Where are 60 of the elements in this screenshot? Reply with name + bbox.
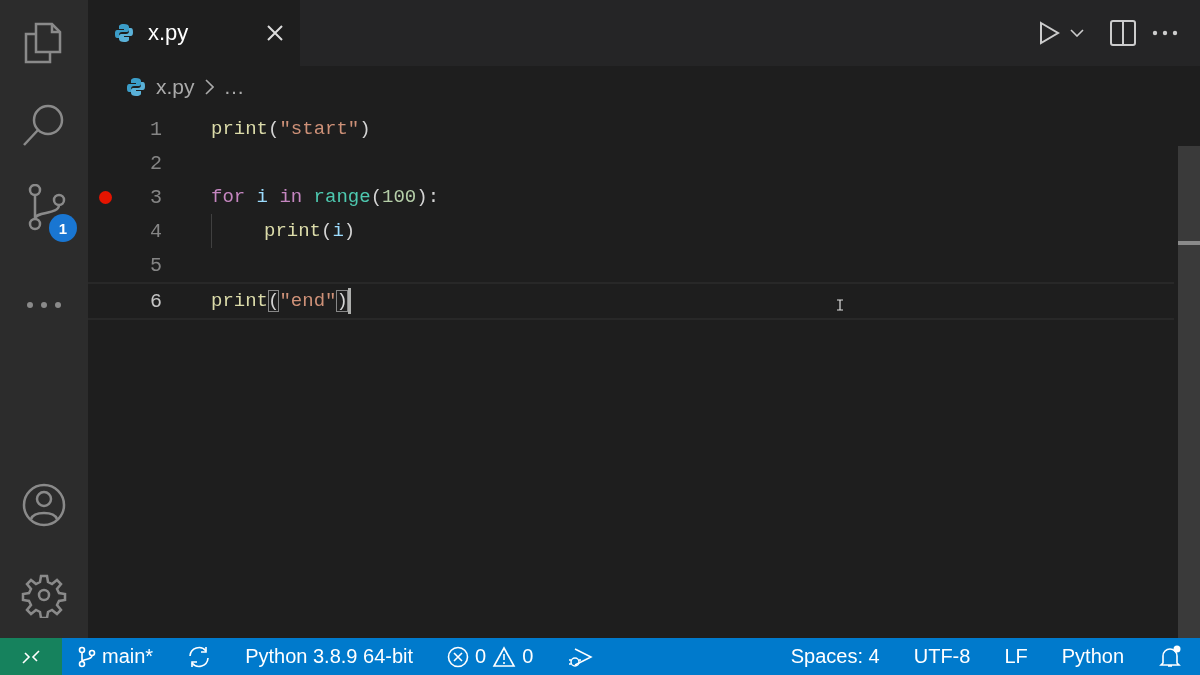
branch-icon [78, 645, 96, 668]
punctuation: ) [359, 118, 371, 140]
python-icon [126, 77, 146, 97]
breadcrumb-file[interactable]: x.py [156, 75, 195, 99]
breadcrumb-symbol[interactable]: … [223, 75, 245, 99]
encoding-button[interactable]: UTF-8 [913, 645, 971, 668]
indentation-button[interactable]: Spaces: 4 [790, 645, 880, 668]
language-button[interactable]: Python [1061, 645, 1124, 668]
interpreter-button[interactable]: Python 3.8.9 64-bit [245, 645, 414, 668]
changes-badge: 1 [49, 214, 77, 242]
scrollbar-track[interactable] [1178, 146, 1200, 638]
matched-bracket: ) [336, 290, 348, 312]
text-caret [347, 288, 351, 314]
line-number: 3 [149, 185, 162, 209]
split-editor-icon[interactable] [1110, 20, 1136, 46]
matched-bracket: ( [268, 290, 280, 312]
text-cursor-icon [836, 299, 844, 311]
line-number: 4 [149, 219, 162, 243]
remote-button[interactable] [0, 638, 62, 675]
keyword: in [279, 186, 303, 208]
function-name: print [211, 118, 268, 140]
chevron-right-icon [204, 79, 214, 95]
punctuation: ) [343, 220, 356, 242]
debug-icon[interactable] [567, 645, 594, 668]
more-icon[interactable] [24, 300, 64, 310]
line-number: 5 [149, 253, 162, 277]
function-name: print [211, 290, 268, 312]
error-icon [447, 645, 470, 668]
string-literal: "start" [279, 118, 360, 140]
number-literal: 100 [382, 186, 417, 208]
more-icon[interactable] [1152, 30, 1178, 36]
function-name: print [264, 220, 321, 242]
editor-tab[interactable]: x.py [88, 0, 300, 66]
sync-icon[interactable] [187, 645, 212, 668]
variable-name: i [256, 186, 268, 208]
warning-icon [492, 645, 517, 668]
keyword: for [211, 186, 246, 208]
punctuation: ): [416, 186, 440, 208]
cursor-position-marker [1178, 241, 1200, 245]
run-icon[interactable] [1038, 21, 1060, 45]
settings-icon[interactable] [21, 572, 67, 618]
chevron-down-icon[interactable] [1070, 29, 1084, 37]
breakpoint-dot[interactable] [98, 190, 112, 204]
branch-button[interactable]: main* [78, 645, 154, 668]
problems-button[interactable]: 0 0 [447, 645, 534, 668]
remote-icon [21, 648, 41, 665]
punctuation: ( [268, 118, 280, 140]
line-number: 1 [149, 117, 162, 141]
close-icon[interactable] [266, 24, 284, 42]
builtin-name: range [313, 186, 371, 208]
punctuation: ( [321, 220, 333, 242]
line-ending-button[interactable]: LF [1004, 645, 1028, 668]
line-number: 6 [149, 289, 162, 313]
notification-bell-icon[interactable] [1158, 644, 1182, 669]
account-icon[interactable] [21, 482, 67, 528]
variable-name: i [332, 220, 344, 242]
python-icon [114, 23, 134, 43]
line-number: 2 [149, 151, 162, 175]
string-literal: "end" [279, 290, 337, 312]
punctuation: ( [370, 186, 383, 208]
